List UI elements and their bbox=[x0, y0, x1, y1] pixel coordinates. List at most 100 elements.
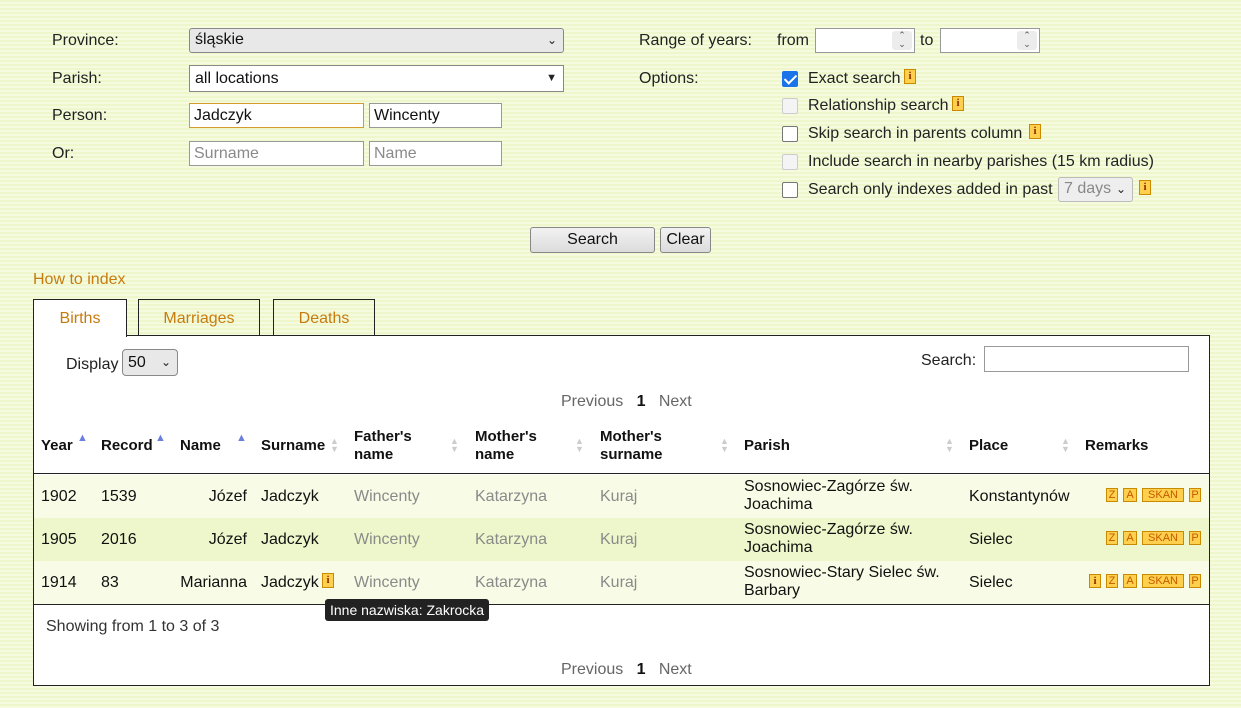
sort-icon[interactable]: ▲ ▼ bbox=[945, 437, 954, 454]
cell-name: Józef bbox=[208, 531, 247, 548]
badge-a[interactable]: A bbox=[1123, 488, 1137, 502]
footer-divider bbox=[34, 604, 1209, 605]
info-icon[interactable]: i bbox=[904, 69, 916, 84]
badge-a[interactable]: A bbox=[1123, 531, 1137, 545]
badge-info[interactable]: i bbox=[1089, 574, 1101, 588]
past-indexes-label: Search only indexes added in past bbox=[808, 181, 1053, 198]
or-label: Or: bbox=[52, 145, 75, 162]
parish-select[interactable]: all locations ▼ bbox=[189, 65, 564, 92]
spinner-icon[interactable]: ⌃ ⌄ bbox=[892, 31, 912, 50]
from-label: from bbox=[777, 32, 809, 49]
badge-z[interactable]: Z bbox=[1106, 531, 1118, 545]
tab-births[interactable]: Births bbox=[33, 299, 127, 337]
col-father-line1: Father's bbox=[354, 428, 412, 445]
chevron-down-icon: ⌄ bbox=[160, 355, 171, 369]
sort-icon[interactable]: ▲ ▼ bbox=[720, 437, 729, 454]
sort-icon[interactable]: ▲ ▼ bbox=[450, 437, 459, 454]
col-remarks[interactable]: Remarks bbox=[1085, 437, 1148, 455]
parish-line1: Sosnowiec-Zagórze św. bbox=[744, 478, 913, 495]
past-indexes-checkbox[interactable] bbox=[782, 182, 798, 198]
cell-place: Sielec bbox=[969, 531, 1013, 548]
info-icon[interactable]: i bbox=[1029, 124, 1041, 139]
cell-parish: Sosnowiec-Zagórze św. Joachima bbox=[744, 521, 913, 557]
cell-record: 83 bbox=[101, 574, 119, 591]
options-label: Options: bbox=[639, 70, 699, 87]
info-icon[interactable]: i bbox=[952, 96, 964, 111]
table-row[interactable]: 1902 1539 Józef Jadczyk Wincenty Katarzy… bbox=[34, 475, 1209, 518]
province-value: śląskie bbox=[195, 31, 244, 48]
to-label: to bbox=[920, 32, 934, 49]
col-surname[interactable]: Surname bbox=[261, 437, 325, 455]
parish-line2: Joachima bbox=[744, 496, 813, 513]
province-select[interactable]: śląskie ⌄ bbox=[189, 28, 564, 53]
col-year[interactable]: Year bbox=[41, 437, 73, 455]
col-mother-line2: name bbox=[475, 446, 515, 463]
sort-icon[interactable]: ▲ ▼ bbox=[575, 437, 584, 454]
badge-p[interactable]: P bbox=[1189, 574, 1201, 588]
previous-link[interactable]: Previous bbox=[561, 661, 623, 678]
sort-asc-icon[interactable]: ▲ bbox=[236, 433, 247, 444]
page-number[interactable]: 1 bbox=[637, 661, 646, 678]
past-days-select[interactable]: 7 days ⌄ bbox=[1058, 177, 1133, 202]
info-icon[interactable]: i bbox=[322, 573, 334, 588]
year-to-input[interactable]: ⌃ ⌄ bbox=[940, 28, 1040, 53]
person-name-input[interactable]: Wincenty bbox=[369, 103, 502, 128]
col-name[interactable]: Name bbox=[180, 437, 221, 455]
parish-line2: Barbary bbox=[744, 582, 801, 599]
page-number[interactable]: 1 bbox=[637, 393, 646, 410]
pagination-bottom: Previous 1 Next bbox=[561, 661, 692, 679]
badge-a[interactable]: A bbox=[1123, 574, 1137, 588]
next-link[interactable]: Next bbox=[659, 661, 692, 678]
cell-parish: Sosnowiec-Zagórze św. Joachima bbox=[744, 478, 913, 514]
how-to-index-link[interactable]: How to index bbox=[33, 271, 126, 289]
sort-asc-icon[interactable]: ▲ bbox=[155, 433, 166, 444]
col-parish[interactable]: Parish bbox=[744, 437, 790, 455]
pagination-top: Previous 1 Next bbox=[561, 393, 692, 411]
exact-search-checkbox[interactable] bbox=[782, 71, 798, 87]
past-days-value: 7 days bbox=[1064, 180, 1112, 197]
sort-icon[interactable]: ▲ ▼ bbox=[330, 437, 339, 454]
tab-deaths[interactable]: Deaths bbox=[273, 299, 375, 336]
badge-p[interactable]: P bbox=[1189, 488, 1201, 502]
parish-value: all locations bbox=[195, 70, 279, 87]
clear-button[interactable]: Clear bbox=[660, 227, 711, 253]
badge-skan[interactable]: SKAN bbox=[1142, 531, 1184, 545]
search-button[interactable]: Search bbox=[530, 227, 655, 253]
table-search-input[interactable] bbox=[984, 346, 1189, 372]
info-icon[interactable]: i bbox=[1139, 180, 1151, 195]
table-search-label: Search: bbox=[921, 352, 977, 369]
or-surname-input[interactable]: Surname bbox=[189, 141, 364, 166]
sort-icon[interactable]: ▲ ▼ bbox=[1061, 437, 1070, 454]
person-surname-input[interactable]: Jadczyk bbox=[189, 103, 364, 128]
display-count-select[interactable]: 50 ⌄ bbox=[122, 349, 178, 376]
cell-year: 1905 bbox=[41, 531, 77, 548]
badge-z[interactable]: Z bbox=[1106, 488, 1118, 502]
cell-record: 1539 bbox=[101, 488, 137, 505]
badge-skan[interactable]: SKAN bbox=[1142, 574, 1184, 588]
tab-marriages[interactable]: Marriages bbox=[138, 299, 260, 336]
table-row[interactable]: 1914 83 Marianna Jadczyk i Wincenty Kata… bbox=[34, 561, 1209, 604]
or-name-input[interactable]: Name bbox=[369, 141, 502, 166]
skip-parents-checkbox[interactable] bbox=[782, 126, 798, 142]
spinner-icon[interactable]: ⌃ ⌄ bbox=[1017, 31, 1037, 50]
badge-p[interactable]: P bbox=[1189, 531, 1201, 545]
previous-link[interactable]: Previous bbox=[561, 393, 623, 410]
col-mother-surname[interactable]: Mother's surname bbox=[600, 428, 663, 464]
relationship-search-checkbox[interactable] bbox=[782, 98, 798, 114]
col-record[interactable]: Record bbox=[101, 437, 153, 455]
year-from-input[interactable]: ⌃ ⌄ bbox=[815, 28, 915, 53]
cell-name: Józef bbox=[208, 488, 247, 505]
sort-asc-icon[interactable]: ▲ bbox=[77, 433, 88, 444]
col-place[interactable]: Place bbox=[969, 437, 1008, 455]
badge-z[interactable]: Z bbox=[1106, 574, 1118, 588]
cell-mother: Katarzyna bbox=[475, 574, 548, 591]
skip-parents-label: Skip search in parents column bbox=[808, 125, 1023, 142]
col-mother-name[interactable]: Mother's name bbox=[475, 428, 537, 464]
next-link[interactable]: Next bbox=[659, 393, 692, 410]
display-label: Display bbox=[66, 356, 119, 373]
col-father-name[interactable]: Father's name bbox=[354, 428, 412, 464]
table-row[interactable]: 1905 2016 Józef Jadczyk Wincenty Katarzy… bbox=[34, 518, 1209, 561]
cell-mother-surname: Kuraj bbox=[600, 574, 638, 591]
nearby-parishes-checkbox[interactable] bbox=[782, 154, 798, 170]
badge-skan[interactable]: SKAN bbox=[1142, 488, 1184, 502]
